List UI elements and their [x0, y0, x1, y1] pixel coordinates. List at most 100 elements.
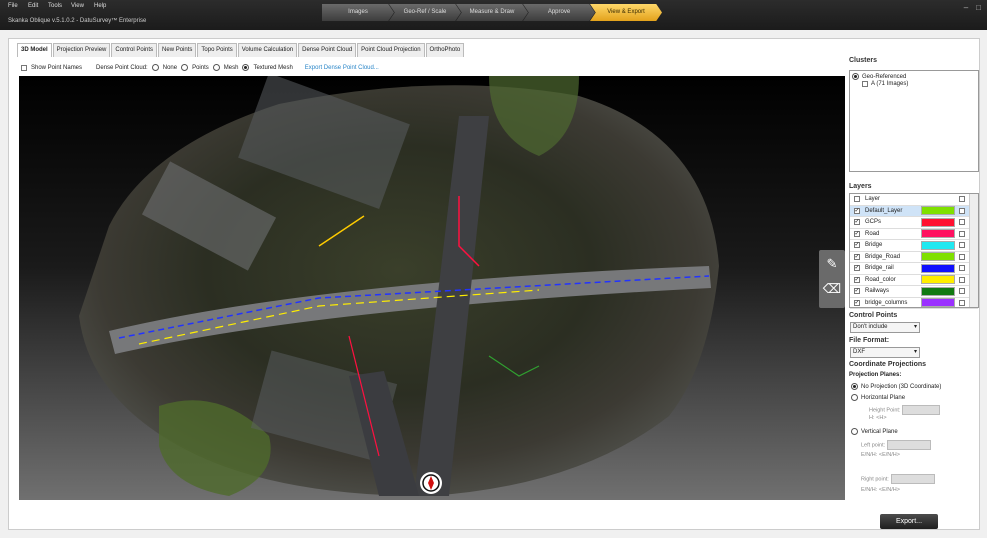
layer-color-swatch[interactable] — [921, 229, 955, 239]
layers-lock-header[interactable] — [958, 196, 965, 203]
side-toolbar: ✎ ⌫ — [819, 250, 845, 308]
layer-lock-checkbox[interactable] — [958, 288, 965, 295]
menu-help[interactable]: Help — [94, 3, 106, 9]
step-georef-scale[interactable]: Geo-Ref / Scale — [389, 4, 461, 21]
layer-lock-checkbox[interactable] — [958, 230, 965, 237]
right-point-select — [890, 474, 935, 484]
option-vertical-plane[interactable]: Vertical Plane — [851, 428, 898, 435]
layer-row[interactable]: ✓ Bridge — [850, 240, 978, 252]
tab-control-points[interactable]: Control Points — [111, 43, 158, 57]
layer-visible-checkbox[interactable]: ✓ — [853, 253, 860, 260]
layer-name: Road — [865, 230, 880, 237]
layer-color-swatch[interactable] — [921, 286, 955, 296]
tab-topo-points[interactable]: Topo Points — [197, 43, 237, 57]
right-enh-row: E/N/H: <E/N/H> — [861, 487, 900, 493]
menu-edit[interactable]: Edit — [28, 3, 38, 9]
layer-lock-checkbox[interactable] — [958, 276, 965, 283]
export-dense-cloud-link[interactable]: Export Dense Point Cloud... — [305, 65, 379, 71]
left-point-label: Left point: — [861, 442, 886, 449]
menu-file[interactable]: File — [8, 3, 18, 9]
control-points-title: Control Points — [849, 312, 898, 319]
step-approve[interactable]: Approve — [523, 4, 595, 21]
menu-tools[interactable]: Tools — [48, 3, 62, 9]
layer-visible-checkbox[interactable]: ✓ — [853, 299, 860, 306]
tab-3d-model[interactable]: 3D Model — [17, 43, 52, 57]
file-format-select[interactable]: DXF — [850, 347, 920, 358]
control-points-select[interactable]: Don't include — [850, 322, 920, 333]
layer-color-swatch[interactable] — [921, 275, 955, 285]
layer-row[interactable]: ✓ Default_Layer — [850, 205, 978, 217]
h-label: H: — [869, 415, 875, 421]
layer-visible-checkbox[interactable]: ✓ — [853, 219, 860, 226]
tab-dense-point-cloud[interactable]: Dense Point Cloud — [298, 43, 357, 57]
tab-orthophoto[interactable]: OrthoPhoto — [425, 43, 465, 57]
layer-visible-checkbox[interactable]: ✓ — [853, 288, 860, 295]
cluster-child[interactable]: A (71 Images) — [862, 81, 976, 87]
layer-color-swatch[interactable] — [921, 217, 955, 227]
eraser-icon[interactable]: ⌫ — [821, 278, 843, 300]
projection-planes-label: Projection Planes: — [849, 372, 902, 378]
layer-row[interactable]: ✓ Railways — [850, 286, 978, 298]
layer-lock-checkbox[interactable] — [958, 299, 965, 306]
layer-color-swatch[interactable] — [921, 252, 955, 262]
layers-scrollbar[interactable] — [969, 194, 978, 307]
option-no-projection[interactable]: No Projection (3D Coordinate) — [851, 383, 941, 390]
file-format-title: File Format: — [849, 337, 890, 344]
layer-lock-checkbox[interactable] — [958, 265, 965, 272]
layer-visible-checkbox[interactable]: ✓ — [853, 276, 860, 283]
layer-lock-checkbox[interactable] — [958, 253, 965, 260]
right-enh-value: <E/N/H> — [878, 487, 900, 493]
layer-row[interactable]: ✓ Road_color — [850, 275, 978, 286]
layer-visible-checkbox[interactable]: ✓ — [853, 230, 860, 237]
option-horizontal-plane[interactable]: Horizontal Plane — [851, 394, 905, 401]
layers-title: Layers — [849, 183, 872, 190]
layer-row[interactable]: ✓ bridge_columns — [850, 298, 978, 309]
radio-textured-mesh[interactable] — [242, 64, 250, 71]
show-point-names-checkbox[interactable] — [21, 64, 27, 71]
coordinate-projections-title: Coordinate Projections — [849, 361, 927, 368]
layer-row[interactable]: ✓ GCPs — [850, 217, 978, 229]
layer-lock-checkbox[interactable] — [958, 219, 965, 226]
step-images[interactable]: Images — [322, 4, 394, 21]
layer-row[interactable]: ✓ Bridge_Road — [850, 252, 978, 263]
layers-all-checkbox[interactable] — [853, 196, 860, 203]
layer-visible-checkbox[interactable]: ✓ — [853, 265, 860, 272]
layer-row[interactable]: ✓ Bridge_rail — [850, 263, 978, 275]
minimize-icon[interactable]: – — [964, 3, 968, 12]
layer-color-swatch[interactable] — [921, 298, 955, 308]
horizontal-plane-radio[interactable] — [851, 394, 858, 401]
window-controls: – □ — [964, 3, 981, 12]
layer-lock-checkbox[interactable] — [958, 242, 965, 249]
left-enh-label: E/N/H: — [861, 452, 878, 458]
radio-mesh[interactable] — [212, 64, 220, 71]
layer-row[interactable]: ✓ Road — [850, 229, 978, 240]
cluster-root-radio[interactable] — [852, 73, 859, 80]
cluster-child-checkbox[interactable] — [862, 81, 868, 87]
step-view-export[interactable]: View & Export — [590, 4, 662, 21]
menu-view[interactable]: View — [71, 3, 84, 9]
export-button[interactable]: Export... — [880, 514, 938, 529]
clusters-title: Clusters — [849, 57, 878, 64]
layer-color-swatch[interactable] — [921, 240, 955, 250]
layers-table: Layer ✓ Default_Layer ✓ GCPs ✓ Road ✓ Bridge ✓ Br… — [849, 193, 979, 309]
cluster-root[interactable]: Geo-Referenced — [852, 73, 976, 80]
maximize-icon[interactable]: □ — [976, 3, 981, 12]
layer-color-swatch[interactable] — [921, 206, 955, 216]
layer-name: Bridge_rail — [865, 265, 894, 272]
layers-header: Layer — [850, 194, 978, 206]
radio-points[interactable] — [181, 64, 189, 71]
layer-color-swatch[interactable] — [921, 263, 955, 273]
tab-new-points[interactable]: New Points — [158, 43, 197, 57]
tab-point-cloud-projection[interactable]: Point Cloud Projection — [357, 43, 425, 57]
no-projection-radio[interactable] — [851, 383, 858, 390]
pencil-icon[interactable]: ✎ — [821, 253, 843, 275]
layer-visible-checkbox[interactable]: ✓ — [853, 242, 860, 249]
layer-visible-checkbox[interactable]: ✓ — [853, 207, 860, 214]
radio-none[interactable] — [151, 64, 159, 71]
vertical-plane-radio[interactable] — [851, 428, 858, 435]
layer-lock-checkbox[interactable] — [958, 207, 965, 214]
tab-volume-calculation[interactable]: Volume Calculation — [237, 43, 298, 57]
3d-viewport[interactable] — [19, 76, 845, 500]
tab-projection-preview[interactable]: Projection Preview — [52, 43, 111, 57]
step-measure-draw[interactable]: Measure & Draw — [456, 4, 528, 21]
